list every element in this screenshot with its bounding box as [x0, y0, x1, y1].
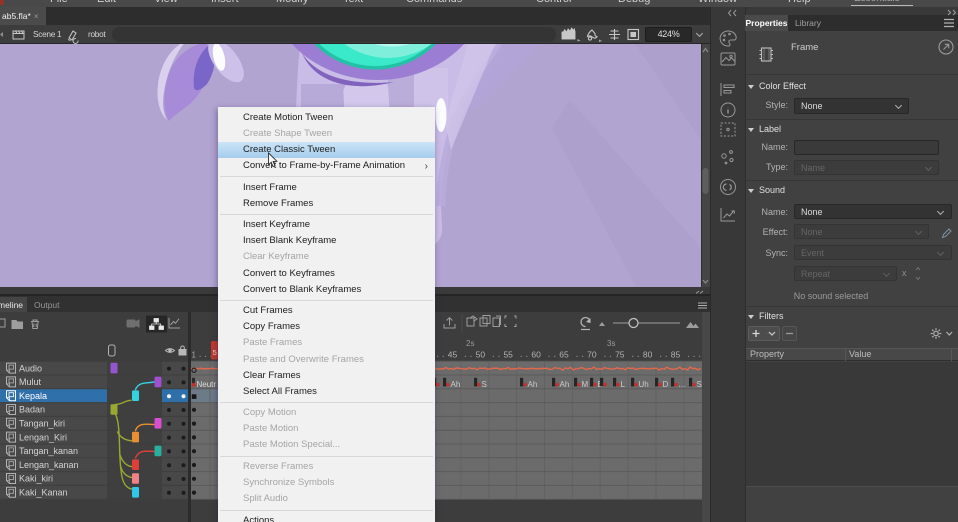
svg-text:50: 50 [476, 350, 486, 360]
svg-text:Ah: Ah [451, 380, 461, 389]
svg-text:60: 60 [531, 350, 541, 360]
svg-text:Kaki_Kanan: Kaki_Kanan [19, 488, 68, 498]
svg-text:Neutr: Neutr [197, 380, 217, 389]
svg-text:45: 45 [448, 350, 458, 360]
svg-text:L: L [621, 380, 626, 389]
svg-text:...: ... [679, 380, 686, 389]
svg-text:Lengan_kanan: Lengan_kanan [19, 460, 79, 470]
svg-text:5: 5 [213, 348, 217, 357]
svg-text:meline: meline [0, 300, 23, 310]
svg-text:Ah: Ah [560, 380, 570, 389]
svg-text:Kepala: Kepala [19, 391, 47, 401]
svg-text:D: D [663, 380, 669, 389]
svg-text:M: M [582, 380, 589, 389]
svg-text:80: 80 [643, 350, 653, 360]
svg-text:Mulut: Mulut [19, 377, 42, 387]
svg-text:Audio: Audio [19, 363, 42, 373]
svg-text:S: S [697, 380, 702, 389]
svg-text:Badan: Badan [19, 405, 45, 415]
svg-text:Tangan_kiri: Tangan_kiri [19, 419, 65, 429]
svg-text:70: 70 [587, 350, 597, 360]
svg-text:S: S [482, 380, 487, 389]
svg-text:55: 55 [503, 350, 513, 360]
svg-text:1: 1 [192, 351, 197, 360]
svg-text:2s: 2s [466, 339, 474, 348]
svg-text:Tangan_kanan: Tangan_kanan [19, 446, 78, 456]
svg-text:Lengan_Kiri: Lengan_Kiri [19, 432, 67, 442]
svg-text:75: 75 [615, 350, 625, 360]
svg-text:Ah: Ah [528, 380, 538, 389]
svg-text:Uh: Uh [639, 380, 649, 389]
svg-text:Output: Output [34, 300, 60, 310]
svg-text:3s: 3s [607, 339, 615, 348]
svg-text:Kaki_kiri: Kaki_kiri [19, 474, 53, 484]
svg-text:65: 65 [559, 350, 569, 360]
svg-text:85: 85 [671, 350, 681, 360]
